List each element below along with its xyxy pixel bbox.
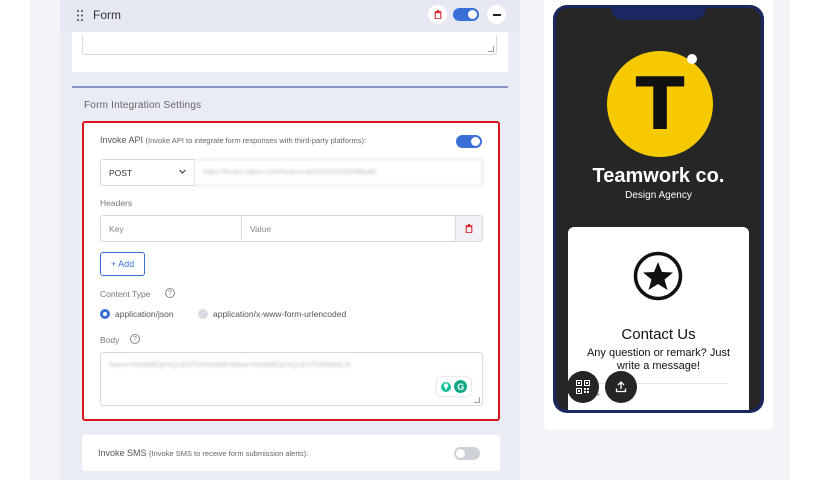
company-tagline: Design Agency — [625, 190, 692, 201]
header-value-input[interactable]: Value — [242, 215, 456, 242]
invoke-api-description: (Invoke API to integrate form responses … — [145, 136, 367, 145]
content-type-label: Content Type — [100, 289, 151, 299]
invoke-sms-description: (Invoke SMS to receive form submission a… — [149, 449, 309, 458]
invoke-api-panel: Invoke API (Invoke API to integrate form… — [82, 121, 500, 421]
headers-label: Headers — [100, 198, 133, 208]
invoke-sms-title: Invoke SMS — [98, 448, 147, 458]
form-description-textarea[interactable] — [82, 35, 497, 55]
http-method-select[interactable]: POST — [100, 159, 195, 186]
body-textarea[interactable]: Name=%NAME@%QUESTIONNAME%Mail=%NAME@%QUE… — [100, 352, 483, 406]
delete-form-button[interactable] — [428, 5, 447, 24]
phone-screen: T Teamwork co. Design Agency Contact Us … — [556, 8, 761, 410]
delete-header-button[interactable] — [456, 215, 483, 242]
company-logo: T — [607, 51, 713, 157]
header-key-input[interactable]: Key — [100, 215, 242, 242]
contact-subtitle: Any question or remark? Just write a mes… — [586, 347, 731, 372]
form-description-area — [72, 32, 508, 72]
body-value: Name=%NAME@%QUESTIONNAME%Mail=%NAME@%QUE… — [109, 362, 351, 369]
grammarly-bulb-icon[interactable] — [440, 381, 451, 392]
grammarly-icon[interactable]: G — [454, 380, 468, 393]
trash-icon — [434, 10, 441, 19]
grammarly-widget[interactable]: G — [437, 377, 471, 396]
body-label: Body — [100, 335, 120, 345]
phone-preview: T Teamwork co. Design Agency Contact Us … — [553, 5, 764, 413]
invoke-api-title: Invoke API — [100, 135, 144, 145]
contact-title: Contact Us — [621, 326, 696, 343]
share-upload-icon — [615, 381, 627, 393]
form-section-title: Form — [93, 8, 121, 22]
form-integration-settings: Form Integration Settings Invoke API (In… — [72, 86, 508, 480]
collapse-form-button[interactable] — [487, 5, 506, 24]
http-method-value: POST — [109, 168, 133, 178]
chevron-down-icon — [179, 169, 186, 174]
resize-handle-icon[interactable] — [488, 46, 494, 52]
content-type-json-label[interactable]: application/json — [115, 309, 174, 319]
trash-icon — [465, 224, 473, 233]
help-circle-icon[interactable]: ? — [165, 288, 175, 298]
invoke-sms-toggle[interactable] — [454, 447, 480, 460]
resize-handle-icon[interactable] — [474, 397, 480, 403]
form-section-header[interactable]: Form — [60, 0, 520, 32]
help-circle-icon[interactable]: ? — [130, 334, 140, 344]
drag-handle-icon[interactable] — [76, 9, 84, 22]
invoke-api-toggle[interactable] — [456, 135, 482, 148]
star-circle-icon — [633, 251, 683, 301]
minus-icon — [492, 13, 501, 16]
qr-code-icon — [576, 380, 590, 394]
invoke-sms-panel: Invoke SMS (Invoke SMS to receive form s… — [82, 435, 500, 471]
invoke-sms-label: Invoke SMS (Invoke SMS to receive form s… — [98, 448, 308, 458]
form-enabled-toggle[interactable] — [453, 8, 479, 21]
content-type-json-radio[interactable] — [100, 309, 110, 319]
invoke-api-label: Invoke API (Invoke API to integrate form… — [100, 135, 366, 145]
share-button[interactable] — [605, 371, 637, 403]
add-header-button[interactable]: + Add — [100, 252, 145, 276]
content-type-urlencoded-radio[interactable] — [198, 309, 208, 319]
logo-highlight — [687, 54, 697, 64]
content-type-urlencoded-label[interactable]: application/x-www-form-urlencoded — [213, 309, 346, 319]
qr-code-button[interactable] — [567, 371, 599, 403]
webhook-url-input[interactable]: https://hooks.zapier.com/hooks/catch/153… — [195, 159, 483, 186]
phone-notch — [611, 8, 706, 20]
company-name: Teamwork co. — [592, 165, 725, 187]
integration-title: Form Integration Settings — [84, 100, 202, 111]
